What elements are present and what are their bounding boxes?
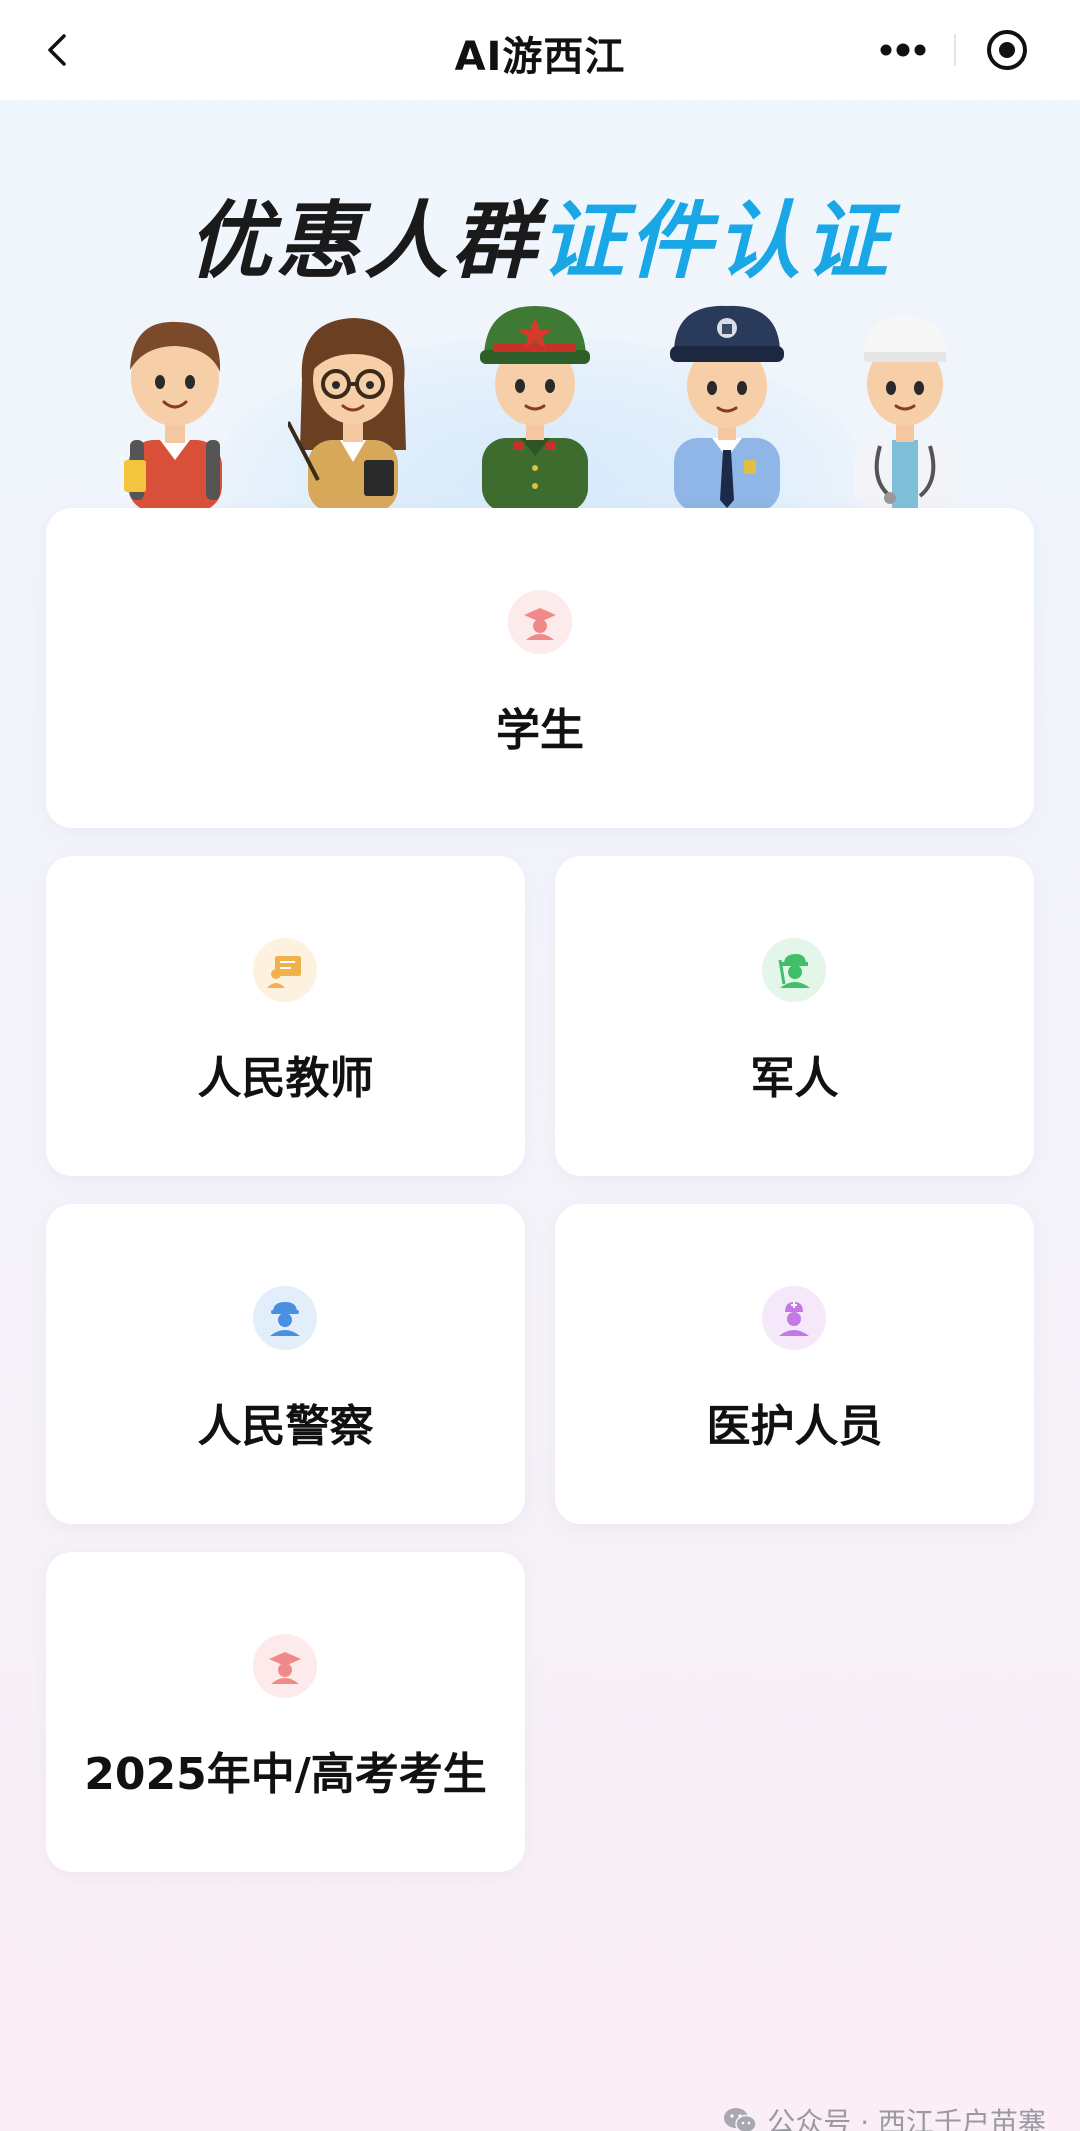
wechat-icon xyxy=(724,2108,758,2131)
banner-title-part1: 优惠人群 xyxy=(187,192,540,290)
card-exam-student[interactable]: 2025年中/高考考生 xyxy=(46,1552,525,1872)
banner-title-part2: 证件认证 xyxy=(540,192,893,290)
mini-program-capsule xyxy=(852,18,1058,82)
card-student[interactable]: 学生 xyxy=(46,508,1034,828)
close-button[interactable] xyxy=(956,18,1058,82)
card-label: 医护人员 xyxy=(706,1401,883,1452)
soldier-icon xyxy=(762,938,826,1002)
teacher-icon xyxy=(253,938,317,1002)
student-icon xyxy=(508,590,572,654)
card-label: 人民警察 xyxy=(197,1401,374,1452)
banner: 优惠人群证件认证 xyxy=(0,100,1080,510)
student-figure-illustration xyxy=(124,321,222,510)
card-teacher[interactable]: 人民教师 xyxy=(46,856,525,1176)
exam-student-icon xyxy=(253,1634,317,1698)
card-label: 2025年中/高考考生 xyxy=(84,1749,487,1800)
card-label: 军人 xyxy=(750,1053,839,1104)
doctor-figure-illustration xyxy=(854,316,956,510)
banner-title: 优惠人群证件认证 xyxy=(0,174,1080,295)
police-figure-illustration xyxy=(670,305,784,510)
top-nav-bar: AI游西江 xyxy=(0,0,1080,100)
teacher-figure-illustration xyxy=(288,318,406,510)
footer-watermark: 公众号 · 西江千户苗寨 xyxy=(723,2106,1046,2131)
more-button[interactable] xyxy=(852,18,954,82)
card-soldier[interactable]: 军人 xyxy=(555,856,1034,1176)
card-medical[interactable]: 医护人员 xyxy=(555,1204,1034,1524)
more-dots-icon xyxy=(880,43,926,57)
police-icon xyxy=(253,1286,317,1350)
banner-figures xyxy=(110,300,956,510)
medical-icon xyxy=(762,1286,826,1350)
card-label: 学生 xyxy=(496,705,584,756)
card-label: 人民教师 xyxy=(197,1053,374,1104)
soldier-figure-illustration xyxy=(480,306,590,510)
target-circle-icon xyxy=(987,30,1027,70)
watermark-text: 公众号 · 西江千户苗寨 xyxy=(767,2106,1046,2131)
card-police[interactable]: 人民警察 xyxy=(46,1204,525,1524)
